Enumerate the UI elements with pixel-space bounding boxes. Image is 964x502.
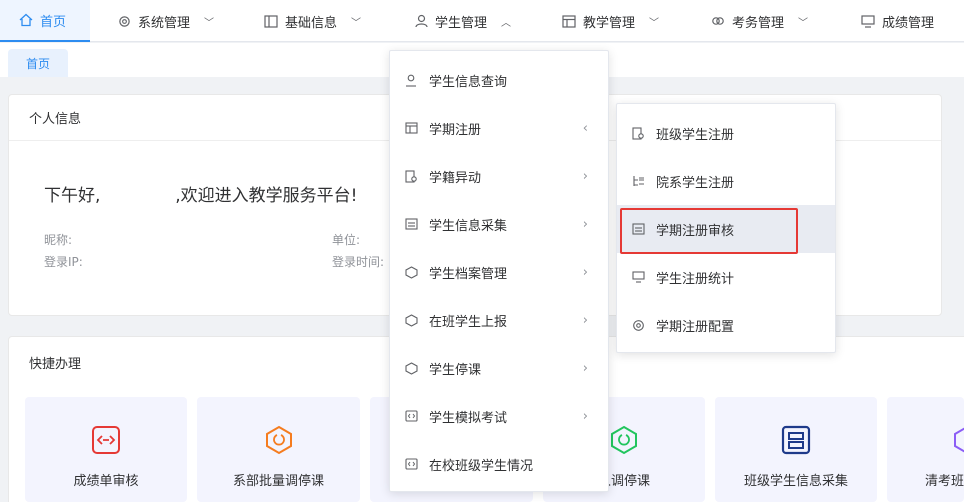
tab-home[interactable]: 首页 (8, 49, 68, 77)
menu-item-status-change[interactable]: 学籍异动 › (390, 152, 608, 200)
submenu-item-label: 学生注册统计 (656, 271, 735, 287)
hexagon-icon (264, 425, 294, 455)
gear-icon (631, 318, 645, 332)
menu-item-suspend[interactable]: 学生停课 › (390, 344, 608, 392)
gear-icon (116, 13, 132, 29)
menu-item-label: 学期注册 (429, 122, 482, 138)
greeting-suffix: ,欢迎进入教学服务平台! (175, 186, 358, 206)
chevron-down-icon: ﹀ (798, 17, 809, 29)
menu-item-archive[interactable]: 学生档案管理 › (390, 248, 608, 296)
menu-item-in-class-report[interactable]: 在班学生上报 › (390, 296, 608, 344)
quick-item-batch-course[interactable]: 系部批量调停课 (197, 397, 360, 502)
nav-teaching-label: 教学管理 (583, 15, 636, 31)
quick-item-label: 成绩单审核 (73, 474, 139, 489)
top-nav: 首页 系统管理 ﹀ 基础信息 ﹀ 学生管理 ︿ 教学管理 ﹀ 考务管理 ﹀ 成绩… (0, 0, 964, 42)
quick-item-label: 班级学生信息采集 (743, 474, 848, 489)
submenu-item-label: 院系学生注册 (656, 175, 735, 191)
highlight-box (620, 208, 798, 254)
submenu-item-class-register[interactable]: 班级学生注册 (617, 109, 835, 157)
quick-item-clear-exam[interactable]: 清考班 (887, 397, 964, 502)
link-icon (710, 13, 726, 29)
nav-student[interactable]: 学生管理 ︿ (413, 0, 511, 42)
chevron-left-icon: ‹ (582, 120, 588, 136)
menu-item-label: 在校班级学生情况 (429, 458, 534, 474)
submenu-item-dept-register[interactable]: 院系学生注册 (617, 157, 835, 205)
nav-system-label: 系统管理 (138, 15, 191, 31)
nav-exam[interactable]: 考务管理 ﹀ (710, 0, 808, 42)
document-search-icon (404, 169, 418, 183)
table-icon (561, 13, 577, 29)
submenu-item-register-config[interactable]: 学期注册配置 (617, 301, 835, 349)
hexagon-icon (952, 425, 964, 455)
quick-item-class-info[interactable]: 班级学生信息采集 (715, 397, 877, 502)
chevron-right-icon: › (582, 264, 588, 280)
nickname-label: 昵称: (44, 233, 73, 247)
code-icon (404, 457, 418, 471)
menu-item-label: 学生信息采集 (429, 218, 508, 234)
unit-label: 单位: (332, 233, 361, 247)
nav-basic[interactable]: 基础信息 ﹀ (263, 0, 361, 42)
chevron-down-icon: ﹀ (649, 17, 660, 29)
chevron-down-icon: ﹀ (351, 17, 362, 29)
hexagon-icon (404, 265, 418, 279)
nav-basic-label: 基础信息 (285, 15, 338, 31)
nav-system[interactable]: 系统管理 ﹀ (116, 0, 214, 42)
code-icon (91, 425, 121, 455)
student-management-menu: 学生信息查询 学期注册 ‹ 学籍异动 › 学生信息采集 › 学生档案管理 › 在… (389, 50, 609, 492)
nav-home[interactable]: 首页 (0, 0, 90, 42)
login-time-label: 登录时间: (332, 255, 385, 269)
menu-item-label: 在班学生上报 (429, 314, 508, 330)
submenu-item-label: 学期注册配置 (656, 319, 735, 335)
hexagon-icon (609, 425, 639, 455)
menu-item-label: 学生停课 (429, 362, 482, 378)
monitor-icon (860, 13, 876, 29)
user-icon (413, 13, 429, 29)
panel-icon (263, 13, 279, 29)
code-icon (404, 409, 418, 423)
menu-item-student-query[interactable]: 学生信息查询 (390, 56, 608, 104)
submenu-item-register-stats[interactable]: 学生注册统计 (617, 253, 835, 301)
greeting: 下午好, ,欢迎进入教学服务平台! (44, 181, 357, 206)
nav-exam-label: 考务管理 (732, 15, 785, 31)
chevron-right-icon: › (582, 408, 588, 424)
greeting-prefix: 下午好, (44, 186, 101, 206)
chevron-right-icon: › (582, 216, 588, 232)
menu-item-label: 学生模拟考试 (429, 410, 508, 426)
menu-item-label: 学籍异动 (429, 170, 482, 186)
menu-item-class-status[interactable]: 在校班级学生情况 (390, 440, 608, 488)
submenu-item-label: 班级学生注册 (656, 127, 735, 143)
chevron-up-icon: ︿ (501, 17, 512, 29)
menu-item-mock-exam[interactable]: 学生模拟考试 › (390, 392, 608, 440)
chevron-right-icon: › (582, 168, 588, 184)
nav-teaching[interactable]: 教学管理 ﹀ (561, 0, 659, 42)
form-icon (404, 217, 418, 231)
table-icon (404, 121, 418, 135)
home-icon (18, 12, 34, 28)
menu-item-label: 学生信息查询 (429, 74, 508, 90)
hexagon-icon (404, 313, 418, 327)
nav-scores[interactable]: 成绩管理 (860, 0, 934, 42)
chevron-right-icon: › (582, 312, 588, 328)
chevron-right-icon: › (582, 360, 588, 376)
quick-item-label: 系部批量调停课 (232, 474, 324, 489)
document-search-icon (631, 126, 645, 140)
menu-item-info-collect[interactable]: 学生信息采集 › (390, 200, 608, 248)
chevron-down-icon: ﹀ (204, 17, 215, 29)
monitor-icon (631, 270, 645, 284)
nav-home-label: 首页 (40, 14, 67, 30)
scan-icon (781, 425, 811, 455)
user-icon (404, 73, 418, 87)
menu-item-semester-register[interactable]: 学期注册 ‹ (390, 104, 608, 152)
quick-item-label: 清考班 (925, 474, 964, 489)
menu-item-label: 学生档案管理 (429, 266, 508, 282)
hexagon-icon (404, 361, 418, 375)
login-ip-label: 登录IP: (44, 255, 83, 269)
tree-icon (631, 174, 645, 188)
nav-scores-label: 成绩管理 (882, 15, 935, 31)
nav-student-label: 学生管理 (435, 15, 488, 31)
quick-item-score-review[interactable]: 成绩单审核 (25, 397, 187, 502)
